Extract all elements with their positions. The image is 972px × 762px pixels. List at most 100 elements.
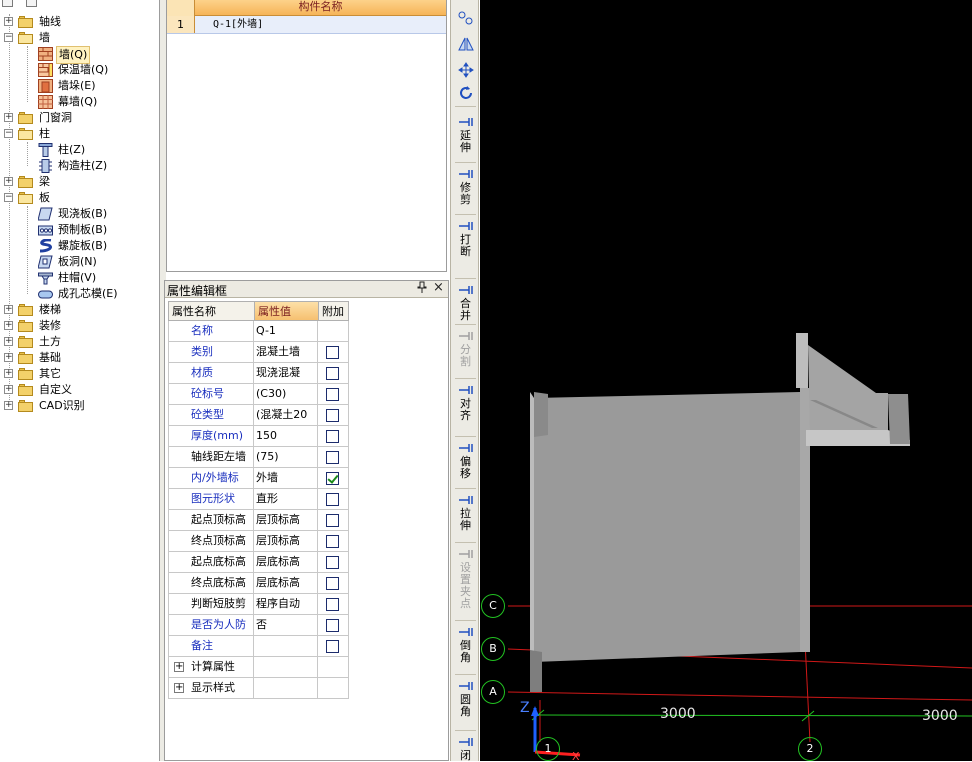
toolbar-button-align[interactable]: 对齐 xyxy=(453,384,478,422)
extra-checkbox[interactable] xyxy=(326,346,339,359)
property-row[interactable]: 判断短肢剪 程序自动 xyxy=(168,594,349,615)
property-row[interactable]: 起点底标高 层底标高 xyxy=(168,552,349,573)
property-value[interactable]: 现浇混凝 xyxy=(254,363,318,384)
property-value[interactable]: 150 xyxy=(254,426,318,447)
tree-item-openings[interactable]: + 门窗洞 xyxy=(0,110,159,126)
property-value[interactable] xyxy=(254,636,318,657)
toolbar-button-trim[interactable]: 修剪 xyxy=(453,168,478,206)
toolbar-button-chamfer[interactable]: 倒角 xyxy=(453,626,478,664)
toolbar-button-merge[interactable]: 合并 xyxy=(453,284,478,322)
expand-icon[interactable]: + xyxy=(4,385,13,394)
expand-icon[interactable]: + xyxy=(4,113,13,122)
property-value[interactable]: 层顶标高 xyxy=(254,510,318,531)
tree-item-column[interactable]: − 柱 xyxy=(0,126,159,142)
toolbar-button-fillet[interactable]: 圆角 xyxy=(453,680,478,718)
tree-item-insulation-wall[interactable]: 保温墙(Q) xyxy=(0,62,159,78)
tree-item-slab[interactable]: − 板 xyxy=(0,190,159,206)
property-value[interactable]: (混凝土20 xyxy=(254,405,318,426)
property-row[interactable]: 终点底标高 层底标高 xyxy=(168,573,349,594)
property-value[interactable]: 直形 xyxy=(254,489,318,510)
property-group-calculation[interactable]: + 计算属性 xyxy=(168,657,349,678)
property-row[interactable]: 是否为人防否 xyxy=(168,615,349,636)
extra-checkbox[interactable] xyxy=(326,409,339,422)
expand-icon[interactable]: + xyxy=(4,337,13,346)
toolbar-button-close[interactable]: 闭 xyxy=(453,736,478,762)
extra-checkbox[interactable] xyxy=(326,640,339,653)
toolbar-button-offset[interactable]: 偏移 xyxy=(453,442,478,480)
tree-item-constructional-column[interactable]: 构造柱(Z) xyxy=(0,158,159,174)
collapse-all-icon[interactable] xyxy=(26,0,37,7)
property-row[interactable]: 终点顶标高 层顶标高 xyxy=(168,531,349,552)
close-icon[interactable]: × xyxy=(433,280,444,295)
toolbar-button-break[interactable]: 打断 xyxy=(453,220,478,258)
extra-checkbox[interactable] xyxy=(326,430,339,443)
toolbar-button-extend[interactable]: 延伸 xyxy=(453,116,478,154)
move-icon[interactable] xyxy=(458,62,474,78)
extra-checkbox[interactable] xyxy=(326,514,339,527)
extra-checkbox[interactable] xyxy=(326,388,339,401)
property-value[interactable]: 外墙 xyxy=(254,468,318,489)
3d-scene[interactable]: Z X xyxy=(480,0,972,761)
expand-icon[interactable]: + xyxy=(4,369,13,378)
tree-item-spiral-slab[interactable]: 螺旋板(B) xyxy=(0,238,159,254)
tree-item-beam[interactable]: + 梁 xyxy=(0,174,159,190)
tree-item-stairs[interactable]: + 楼梯 xyxy=(0,302,159,318)
expand-icon[interactable]: + xyxy=(4,401,13,410)
tree-item-pilaster[interactable]: 墙垛(E) xyxy=(0,78,159,94)
mirror-icon[interactable] xyxy=(458,36,474,52)
property-row[interactable]: 砼类型 (混凝土20 xyxy=(168,405,349,426)
property-group-display-style[interactable]: + 显示样式 xyxy=(168,678,349,699)
3d-viewport[interactable]: Z X C B A 1 2 3000 3000 xyxy=(480,0,972,761)
extra-checkbox[interactable] xyxy=(326,535,339,548)
tree-item-cad-recognition[interactable]: + CAD识别 xyxy=(0,398,159,414)
property-row[interactable]: 内/外墙标 外墙 xyxy=(168,468,349,489)
property-row[interactable]: 名称 Q-1 xyxy=(168,321,349,342)
expand-icon[interactable]: + xyxy=(4,353,13,362)
collapse-icon[interactable]: − xyxy=(4,129,13,138)
tree-item-custom[interactable]: + 自定义 xyxy=(0,382,159,398)
tree-item-earthwork[interactable]: + 土方 xyxy=(0,334,159,350)
collapse-icon[interactable]: − xyxy=(4,33,13,42)
table-row[interactable]: 1 Q-1[外墙] xyxy=(167,16,446,34)
wall-side-face[interactable] xyxy=(808,345,888,435)
property-row[interactable]: 厚度(mm) 150 xyxy=(168,426,349,447)
toolbar-button-grip[interactable]: 设置夹点 xyxy=(453,548,478,610)
wall-footing[interactable] xyxy=(530,650,542,692)
tree-item-wall-q[interactable]: 墙(Q) xyxy=(0,46,159,64)
tree-item-slab-hole[interactable]: 板洞(N) xyxy=(0,254,159,270)
property-value[interactable]: 否 xyxy=(254,615,318,636)
tree-item-other[interactable]: + 其它 xyxy=(0,366,159,382)
tree-item-hollow-core-mold[interactable]: 成孔芯模(E) xyxy=(0,286,159,302)
property-row[interactable]: 砼标号 (C30) xyxy=(168,384,349,405)
tree-item-column-cap[interactable]: 柱帽(V) xyxy=(0,270,159,286)
tree-item-cast-slab[interactable]: 现浇板(B) xyxy=(0,206,159,222)
toolbar-button-split[interactable]: 分割 xyxy=(453,330,478,368)
property-row[interactable]: 备注 xyxy=(168,636,349,657)
axis-marker-a[interactable]: A xyxy=(481,680,505,704)
property-value[interactable]: 程序自动 xyxy=(254,594,318,615)
property-row[interactable]: 轴线距左墙 (75) xyxy=(168,447,349,468)
rotate-icon[interactable] xyxy=(458,85,474,101)
expand-icon[interactable]: + xyxy=(4,177,13,186)
extra-checkbox[interactable] xyxy=(326,367,339,380)
extra-checkbox[interactable] xyxy=(326,577,339,590)
extra-checkbox[interactable] xyxy=(326,619,339,632)
property-row[interactable]: 起点顶标高 层顶标高 xyxy=(168,510,349,531)
property-value[interactable]: 层底标高 xyxy=(254,573,318,594)
collapse-icon[interactable]: − xyxy=(4,193,13,202)
expand-icon[interactable]: + xyxy=(4,17,13,26)
column-header-component-name[interactable]: 构件名称 xyxy=(195,0,446,16)
extra-checkbox[interactable] xyxy=(326,493,339,506)
expand-icon[interactable]: + xyxy=(4,321,13,330)
pin-icon[interactable] xyxy=(417,281,427,296)
axis-marker-2[interactable]: 2 xyxy=(798,737,822,761)
toolbar-button-stretch[interactable]: 拉伸 xyxy=(453,494,478,532)
wall-front-face[interactable] xyxy=(534,392,800,662)
axis-marker-1[interactable]: 1 xyxy=(536,737,560,761)
property-row[interactable]: 类别 混凝土墙 xyxy=(168,342,349,363)
tree-item-column-z[interactable]: 柱(Z) xyxy=(0,142,159,158)
property-value[interactable]: 混凝土墙 xyxy=(254,342,318,363)
extra-checkbox[interactable] xyxy=(326,598,339,611)
expand-all-icon[interactable] xyxy=(2,0,13,7)
tree-item-axis[interactable]: + 轴线 xyxy=(0,14,159,30)
